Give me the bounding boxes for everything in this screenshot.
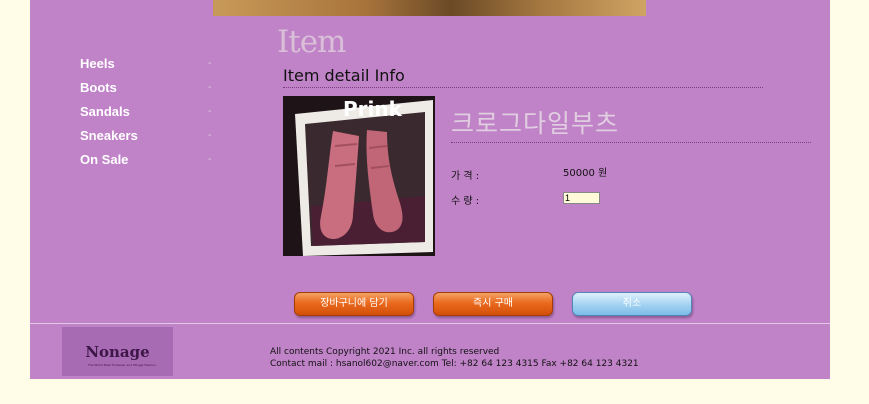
buy-now-button[interactable]: 즉시 구매 xyxy=(433,292,553,316)
price-value: 50000 원 xyxy=(563,168,608,179)
sidebar-item-label: On Sale xyxy=(80,152,129,167)
heading-divider xyxy=(283,87,763,88)
top-banner-image xyxy=(213,0,646,16)
photo-caption: Prink xyxy=(343,97,403,121)
sidebar-item-label: Sandals xyxy=(80,104,130,119)
sidebar-item-dash: - xyxy=(208,130,212,141)
logo-tagline: The World Best Footwear and Mirage Fashi… xyxy=(88,363,156,367)
price-label: 가 격 : xyxy=(451,171,480,182)
product-photo: Prink xyxy=(283,96,435,256)
sidebar-item-dash: - xyxy=(208,106,212,117)
logo-text: Nonage xyxy=(85,343,150,361)
sidebar-item-label: Sneakers xyxy=(80,128,138,143)
quantity-input[interactable] xyxy=(563,192,600,204)
item-detail-heading: Item detail Info xyxy=(283,66,405,85)
add-to-cart-button[interactable]: 장바구니에 담기 xyxy=(294,292,414,316)
product-divider xyxy=(451,142,811,143)
sidebar-nav: Heels - Boots - Sandals - Sneakers - On … xyxy=(80,56,220,176)
product-name: 크로그다일부츠 xyxy=(451,109,620,138)
page-container: Item Heels - Boots - Sandals - Sneakers … xyxy=(30,0,830,379)
footer-copyright: All contents Copyright 2021 Inc. all rig… xyxy=(270,347,500,357)
section-title: Item xyxy=(277,24,346,60)
sidebar-item-on-sale[interactable]: On Sale - xyxy=(80,152,220,176)
cancel-button[interactable]: 취소 xyxy=(572,292,692,316)
sidebar-item-boots[interactable]: Boots - xyxy=(80,80,220,104)
sidebar-item-sandals[interactable]: Sandals - xyxy=(80,104,220,128)
sidebar-item-heels[interactable]: Heels - xyxy=(80,56,220,80)
sidebar-item-dash: - xyxy=(208,82,212,93)
sidebar-item-dash: - xyxy=(208,154,212,165)
sidebar-item-label: Heels xyxy=(80,56,115,71)
quantity-label: 수 량 : xyxy=(451,196,480,207)
sidebar-item-label: Boots xyxy=(80,80,117,95)
footer-logo: Nonage The World Best Footwear and Mirag… xyxy=(62,327,173,376)
footer-contact: Contact mail : hsanol602@naver.com Tel: … xyxy=(270,359,639,369)
footer-divider xyxy=(30,323,830,324)
sidebar-item-sneakers[interactable]: Sneakers - xyxy=(80,128,220,152)
sidebar-item-dash: - xyxy=(208,58,212,69)
